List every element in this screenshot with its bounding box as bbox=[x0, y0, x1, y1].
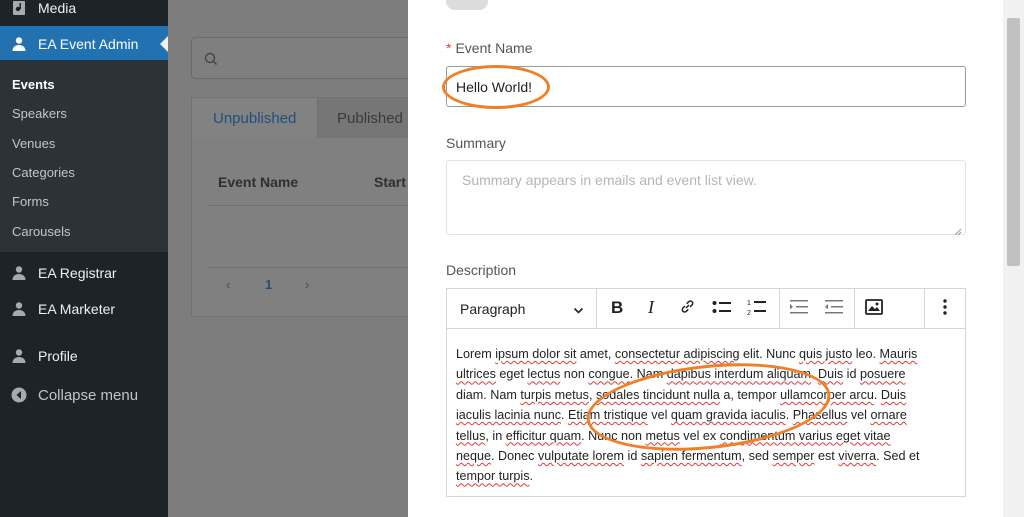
sidebar-item-label: Media bbox=[38, 0, 77, 16]
event-name-input[interactable]: Hello World! bbox=[446, 66, 966, 107]
submenu-item-carousels[interactable]: Carousels bbox=[12, 224, 71, 239]
editor-line: ultrices eget lectus non congue. Nam dap… bbox=[456, 367, 906, 382]
editor-line: diam. Nam turpis metus, sodales tincidun… bbox=[456, 387, 907, 402]
outdent-icon bbox=[824, 299, 844, 320]
user-icon bbox=[10, 35, 28, 53]
media-icon bbox=[10, 0, 28, 17]
indent-button[interactable] bbox=[782, 289, 816, 329]
italic-button[interactable]: I bbox=[635, 289, 669, 329]
bold-icon: B bbox=[610, 298, 624, 320]
link-button[interactable] bbox=[670, 289, 704, 329]
numbered-list-button[interactable]: 12 bbox=[740, 289, 774, 329]
block-format-value: Paragraph bbox=[460, 301, 526, 317]
sidebar-item-profile[interactable]: Profile bbox=[0, 338, 168, 374]
submenu-item-events[interactable]: Events bbox=[12, 77, 55, 92]
collapse-menu-label: Collapse menu bbox=[38, 386, 139, 404]
sidebar-item-label: EA Registrar bbox=[38, 265, 117, 281]
svg-text:B: B bbox=[611, 299, 623, 315]
resize-handle-icon[interactable] bbox=[954, 223, 962, 236]
sidebar-item-label: EA Event Admin bbox=[38, 36, 139, 52]
sidebar-submenu: Events Speakers Venues Categories Forms … bbox=[0, 60, 168, 252]
collapse-menu-button[interactable]: Collapse menu bbox=[0, 377, 168, 413]
sidebar-item-ea-marketer[interactable]: EA Marketer bbox=[0, 291, 168, 327]
bold-button[interactable]: B bbox=[600, 289, 634, 329]
scrollbar-thumb[interactable] bbox=[1007, 18, 1020, 266]
chevron-down-icon bbox=[573, 303, 584, 319]
event-name-label: * Event Name bbox=[446, 40, 533, 56]
collapse-arrow-icon bbox=[10, 386, 28, 404]
event-search-input[interactable] bbox=[191, 37, 421, 79]
block-format-select[interactable]: Paragraph bbox=[447, 289, 597, 329]
drawer-scrollbar[interactable] bbox=[1003, 0, 1024, 517]
event-name-value: Hello World! bbox=[456, 79, 532, 95]
svg-text:2: 2 bbox=[747, 310, 751, 316]
link-icon bbox=[679, 298, 696, 320]
tab-unpublished[interactable]: Unpublished bbox=[192, 98, 318, 138]
sidebar-item-label: Profile bbox=[38, 348, 78, 364]
indent-icon bbox=[789, 299, 809, 320]
user-icon bbox=[10, 300, 28, 318]
submenu-item-venues[interactable]: Venues bbox=[12, 136, 55, 151]
tab-published[interactable]: Published bbox=[318, 98, 422, 138]
table-divider bbox=[208, 205, 422, 206]
events-list-card: Unpublished Published Event Name Start ‹… bbox=[191, 97, 422, 317]
submenu-item-categories[interactable]: Categories bbox=[12, 165, 75, 180]
column-header-start[interactable]: Start bbox=[374, 174, 406, 190]
toolbar-separator bbox=[854, 289, 855, 329]
admin-sidebar: Media EA Event Admin Events Speakers Ven… bbox=[0, 0, 168, 517]
editor-line: Lorem ipsum dolor sit amet, consectetur … bbox=[456, 347, 918, 361]
table-divider bbox=[208, 267, 422, 268]
svg-text:1: 1 bbox=[747, 300, 751, 307]
bullet-list-icon bbox=[712, 299, 732, 320]
svg-text:I: I bbox=[647, 299, 655, 315]
sidebar-item-media[interactable]: Media bbox=[0, 0, 168, 26]
summary-label: Summary bbox=[446, 135, 506, 151]
submenu-item-forms[interactable]: Forms bbox=[12, 194, 49, 209]
description-rich-text-editor[interactable]: Paragraph B I 12 Lorem ipsum dolor sit a… bbox=[446, 288, 966, 497]
column-header-event-name[interactable]: Event Name bbox=[218, 174, 298, 190]
vertical-dots-icon bbox=[942, 298, 948, 320]
image-icon bbox=[865, 298, 883, 320]
sidebar-item-ea-event-admin[interactable]: EA Event Admin bbox=[0, 26, 168, 62]
submenu-item-speakers[interactable]: Speakers bbox=[12, 106, 67, 121]
user-icon bbox=[10, 264, 28, 282]
numbered-list-icon: 12 bbox=[747, 298, 767, 321]
summary-textarea[interactable]: Summary appears in emails and event list… bbox=[446, 160, 966, 236]
pagination-page-1[interactable]: 1 bbox=[265, 277, 272, 292]
pagination-prev-button[interactable]: ‹ bbox=[226, 277, 230, 292]
summary-placeholder: Summary appears in emails and event list… bbox=[462, 172, 757, 188]
pagination-next-button[interactable]: › bbox=[305, 277, 309, 292]
outdent-button[interactable] bbox=[817, 289, 851, 329]
sidebar-item-ea-registrar[interactable]: EA Registrar bbox=[0, 255, 168, 291]
user-icon bbox=[10, 347, 28, 365]
insert-image-button[interactable] bbox=[857, 289, 891, 329]
toolbar-separator bbox=[924, 289, 925, 329]
editor-line: iaculis lacinia nunc. Etiam tristique ve… bbox=[456, 408, 907, 423]
publish-toggle[interactable] bbox=[446, 0, 488, 10]
search-icon bbox=[204, 52, 218, 71]
editor-line: tempor turpis. bbox=[456, 469, 533, 484]
bullet-list-button[interactable] bbox=[705, 289, 739, 329]
required-marker: * bbox=[446, 40, 452, 56]
more-options-button[interactable] bbox=[928, 289, 962, 329]
editor-content[interactable]: Lorem ipsum dolor sit amet, consectetur … bbox=[456, 344, 958, 487]
toolbar-separator bbox=[779, 289, 780, 329]
italic-icon: I bbox=[646, 297, 658, 320]
editor-toolbar: Paragraph B I 12 bbox=[447, 289, 965, 329]
editor-line: tellus, in efficitur quam. Nunc non metu… bbox=[456, 428, 891, 443]
editor-line: neque. Donec vulputate lorem id sapien f… bbox=[456, 449, 920, 464]
sidebar-item-label: EA Marketer bbox=[38, 301, 116, 317]
description-label: Description bbox=[446, 262, 517, 278]
